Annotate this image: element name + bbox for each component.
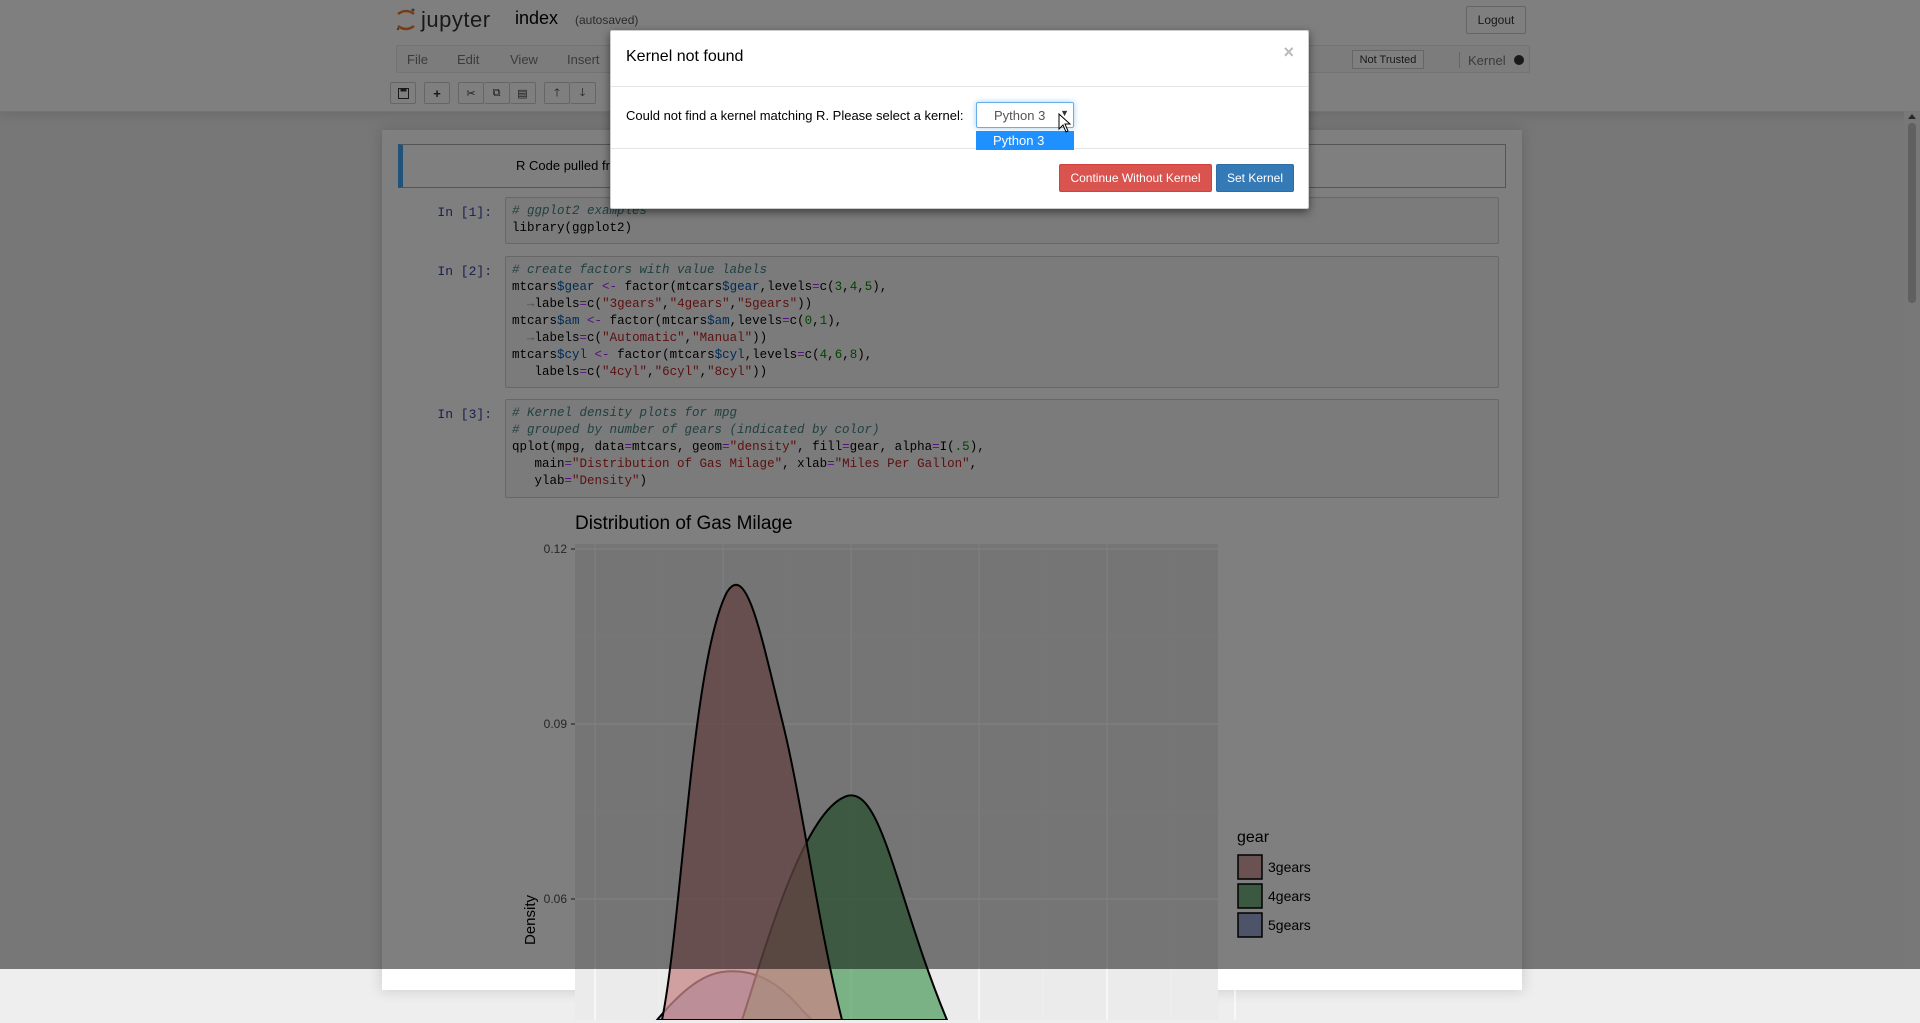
mouse-cursor-icon: [1058, 113, 1072, 133]
modal-header: Kernel not found ×: [611, 31, 1308, 87]
kernel-option-python3[interactable]: Python 3: [976, 131, 1074, 150]
set-kernel-button[interactable]: Set Kernel: [1216, 164, 1294, 192]
kernel-select-value: Python 3: [994, 108, 1046, 123]
close-icon[interactable]: ×: [1283, 42, 1294, 63]
modal-message: Could not find a kernel matching R. Plea…: [626, 108, 964, 123]
modal-title: Kernel not found: [626, 48, 744, 65]
continue-without-kernel-button[interactable]: Continue Without Kernel: [1059, 164, 1212, 192]
